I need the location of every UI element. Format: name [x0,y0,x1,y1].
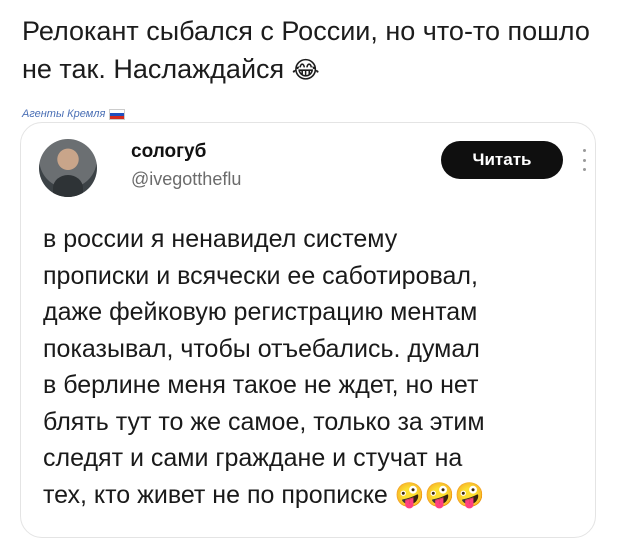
watermark-text: Агенты Кремля [22,108,106,120]
laughing-emoji-icon: 😂 [291,56,320,84]
zany-face-emoji-icon: 🤪🤪🤪 [394,480,485,509]
tweet-body: в россии я ненавидел систему прописки и … [43,221,583,513]
russian-flag-icon [109,108,126,120]
avatar[interactable] [39,139,97,197]
author-name[interactable]: сологуб [131,141,206,163]
more-options-icon[interactable] [581,149,587,171]
author-handle[interactable]: @ivegottheflu [131,169,241,190]
post-caption: Релокант сыбался с России, но что-то пош… [22,12,622,89]
watermark: Агенты Кремля [22,108,126,120]
follow-button[interactable]: Читать [441,141,563,179]
tweet-body-text: в россии я ненавидел систему прописки и … [43,225,485,509]
tweet-card[interactable]: сологуб @ivegottheflu Читать в россии я … [20,122,596,538]
